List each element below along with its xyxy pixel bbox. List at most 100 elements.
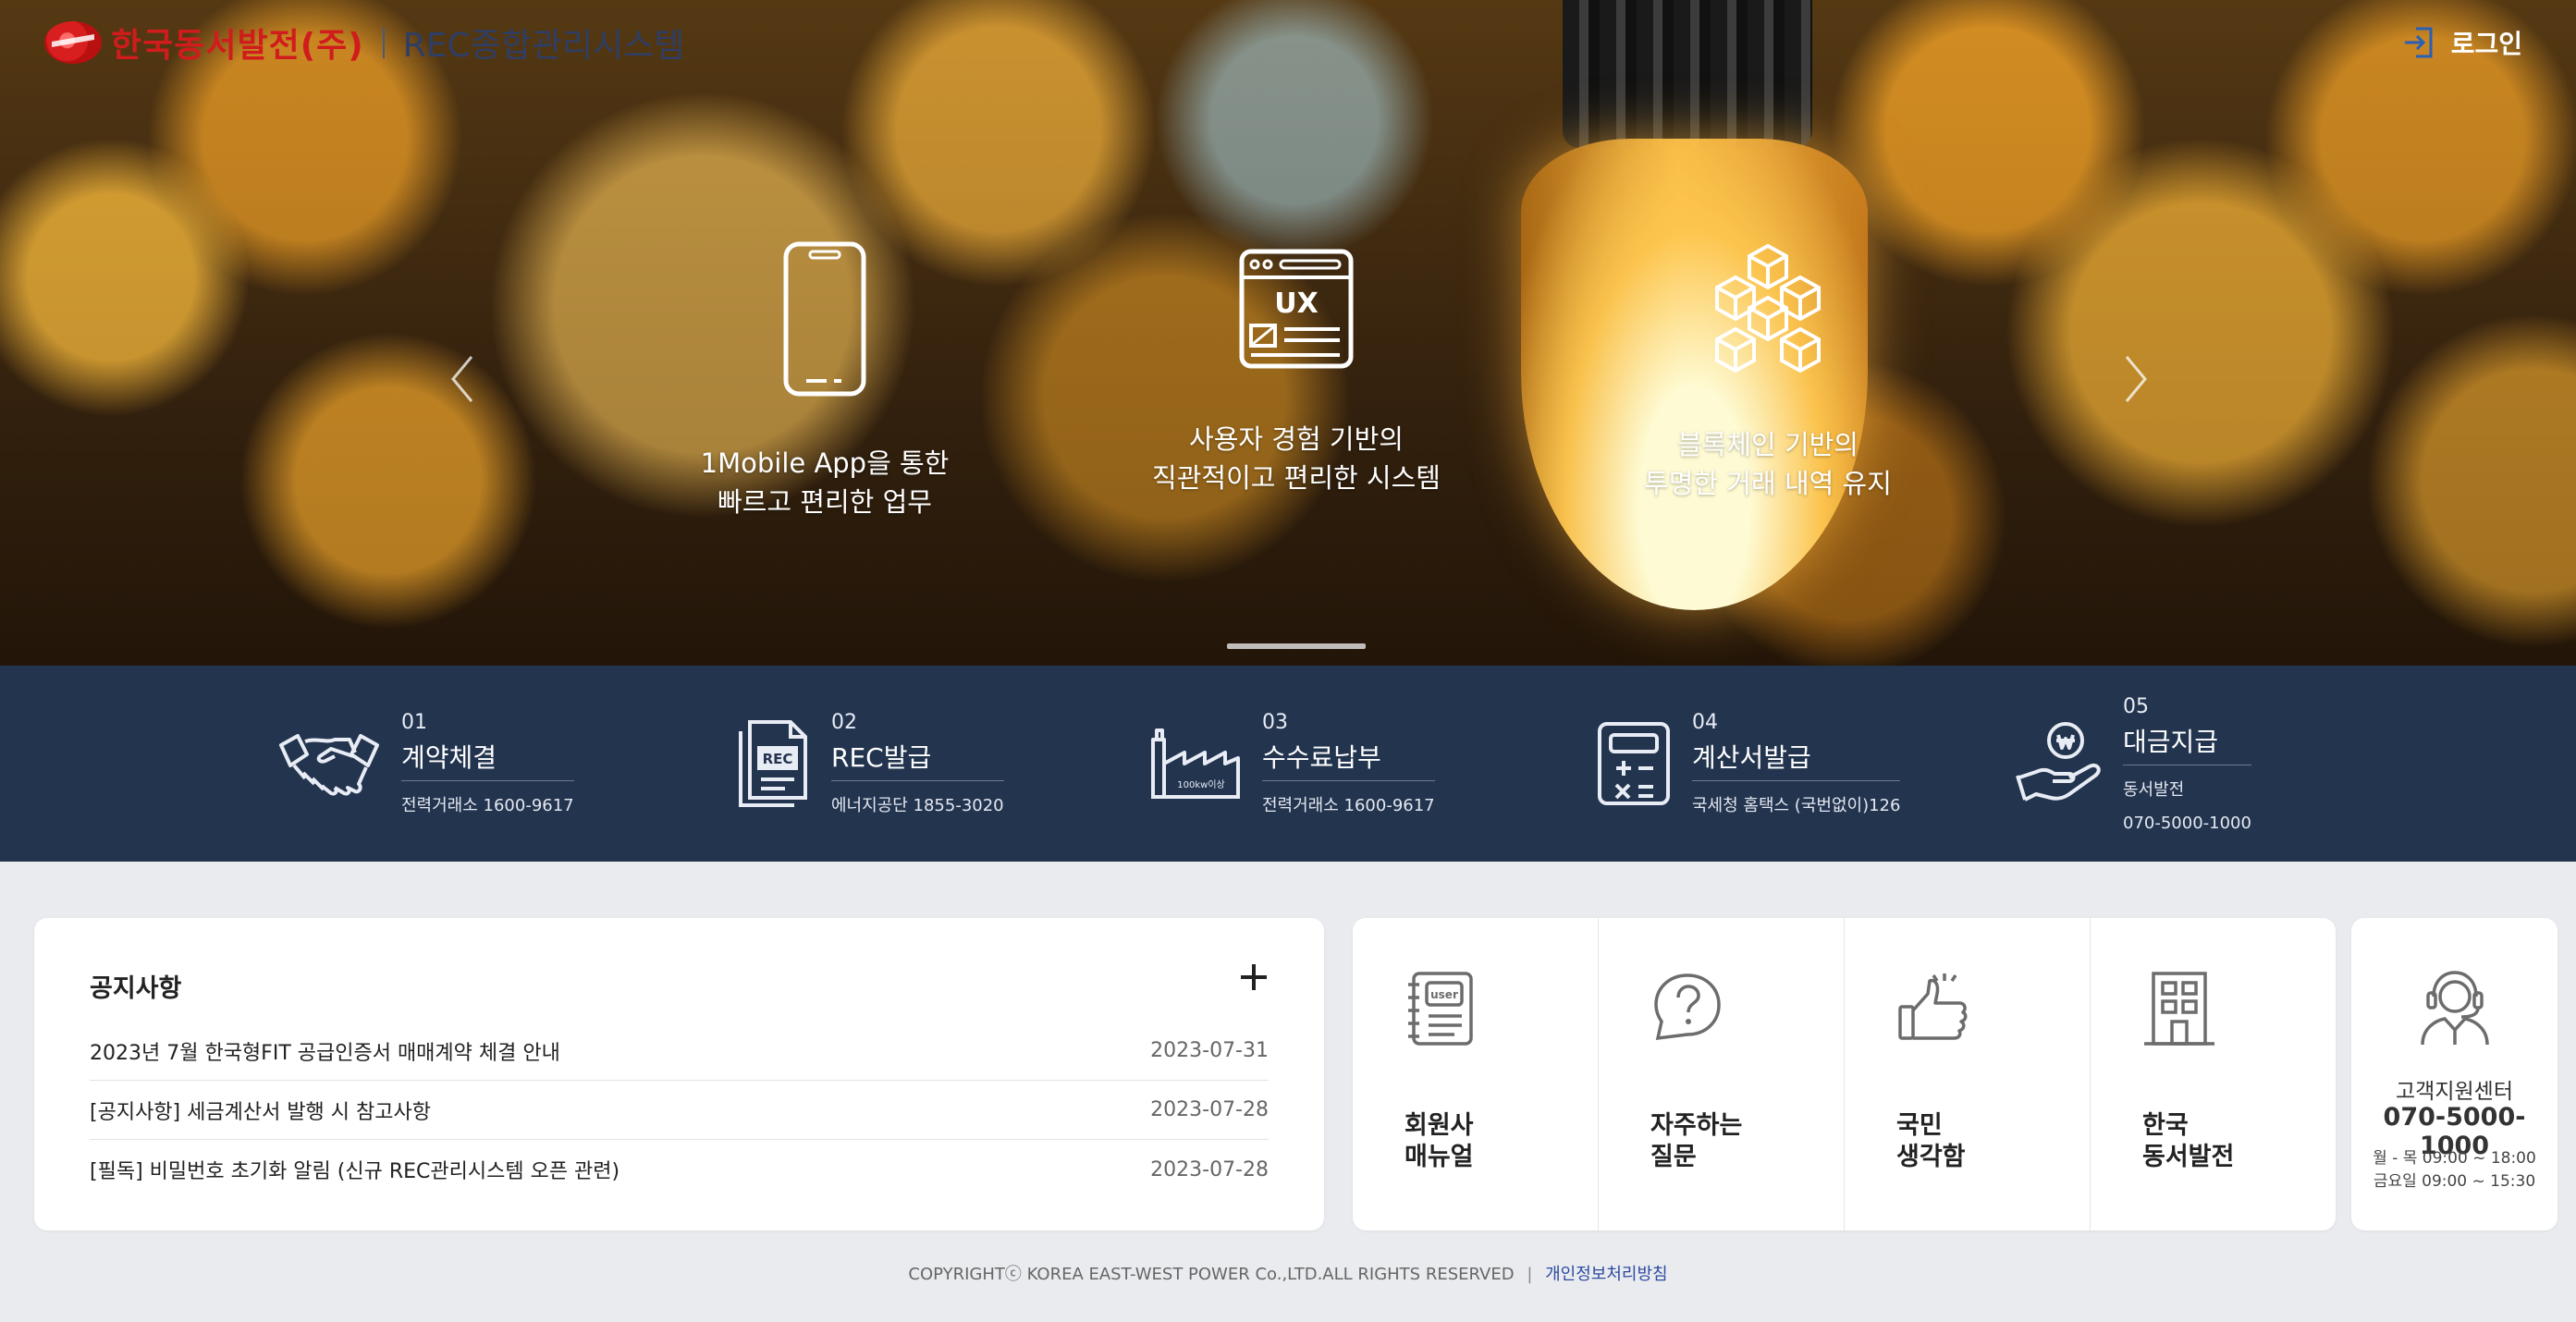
manual-notebook-icon: user (1408, 972, 1473, 1046)
notice-item[interactable]: [공지사항] 세금계산서 발행 시 참고사항 2023-07-28 (90, 1081, 1269, 1140)
step-text: 04 계산서발급 국세청 홈택스 (국번없이)126 (1692, 711, 1901, 816)
notice-card: 공지사항 2023년 7월 한국형FIT 공급인증서 매매계약 체결 안내 20… (34, 918, 1324, 1230)
quick-link-label: 회원사 매뉴얼 (1405, 1110, 1474, 1173)
company-logo-icon (44, 21, 102, 64)
quick-link-label: 자주하는 질문 (1650, 1110, 1742, 1173)
step-text: 03 수수료납부 전력거래소 1600-9617 (1262, 711, 1435, 816)
feature-blockchain: 블록체인 기반의 투명한 거래 내역 유지 (1574, 240, 1962, 503)
svg-text:user: user (1430, 988, 1458, 1001)
slider-next-button[interactable] (2117, 351, 2154, 407)
step-number: 04 (1692, 711, 1718, 734)
step-title: 계약체결 (401, 738, 574, 781)
feature-line-2: 직관적이고 편리한 시스템 (1152, 462, 1441, 494)
notice-list: 2023년 7월 한국형FIT 공급인증서 매매계약 체결 안내 2023-07… (90, 1022, 1269, 1199)
step-text: 01 계약체결 전력거래소 1600-9617 (401, 711, 574, 816)
chevron-left-icon (451, 356, 473, 402)
thumbs-up-icon (1898, 973, 1968, 1040)
blockchain-cubes-icon (1715, 243, 1821, 373)
notice-item-title[interactable]: [필독] 비밀번호 초기화 알림 (신규 REC관리시스템 오픈 관련) (90, 1155, 619, 1184)
quick-link-public-opinion[interactable]: 국민 생각함 (1845, 918, 2091, 1230)
step-number: 01 (401, 711, 427, 734)
quick-link-label-line1: 회원사 (1405, 1111, 1474, 1140)
quick-link-label-line2: 동서발전 (2142, 1143, 2235, 1171)
top-bar: 한국동서발전(주) REC종합관리시스템 로그인 (0, 0, 2576, 83)
system-name: REC종합관리시스템 (402, 27, 685, 65)
handshake-icon (279, 734, 379, 796)
logo[interactable]: 한국동서발전(주) REC종합관리시스템 (44, 18, 685, 67)
hero-banner: 한국동서발전(주) REC종합관리시스템 로그인 1Mobile App을 통한 (0, 0, 2576, 666)
svg-text:UX: UX (1274, 288, 1319, 320)
notice-more-plus-icon[interactable] (1235, 959, 1272, 996)
notice-item[interactable]: 2023년 7월 한국형FIT 공급인증서 매매계약 체결 안내 2023-07… (90, 1022, 1269, 1081)
support-hours-friday: 금요일 09:00 ~ 15:30 (2373, 1172, 2536, 1191)
logo-divider (382, 27, 385, 58)
step-contact: 전력거래소 1600-9617 (1262, 796, 1435, 815)
quick-link-faq[interactable]: 자주하는 질문 (1599, 918, 1845, 1230)
company-name: 한국동서발전(주) (111, 27, 364, 65)
svg-text:REC: REC (763, 751, 793, 767)
step-title: REC발급 (831, 738, 1004, 781)
chevron-right-icon (2125, 356, 2147, 402)
ux-window-icon: UX (1239, 249, 1354, 369)
login-icon (2404, 27, 2433, 58)
quick-link-label-line2: 질문 (1650, 1143, 1697, 1171)
feature-line-1: 사용자 경험 기반의 (1189, 423, 1404, 455)
svg-text:100kw이상: 100kw이상 (1177, 779, 1224, 790)
notice-item-date: 2023-07-28 (1150, 1098, 1269, 1121)
step-fee-payment: 100kw이상 03 수수료납부 전력거래소 1600-9617 (1149, 666, 1435, 862)
footer-separator: | (1527, 1265, 1533, 1284)
step-title: 대금지급 (2123, 722, 2251, 765)
step-text: 05 대금지급 동서발전 070-5000-1000 (2123, 695, 2251, 833)
building-icon (2144, 972, 2214, 1046)
support-title: 고객지원센터 (2396, 1080, 2513, 1104)
step-contact-name: 동서발전 (2123, 779, 2185, 800)
quick-link-label-line1: 한국 (2142, 1111, 2189, 1140)
feature-line-2: 투명한 거래 내역 유지 (1644, 468, 1892, 499)
quick-link-label: 국민 생각함 (1896, 1110, 1966, 1173)
factory-icon: 100kw이상 (1151, 728, 1240, 799)
notice-item-date: 2023-07-31 (1150, 1039, 1269, 1062)
headset-agent-icon (2421, 971, 2489, 1046)
footer: COPYRIGHTⓒ KOREA EAST-WEST POWER Co.,LTD… (0, 1261, 2576, 1285)
support-hours: 월 - 목 09:00 ~ 18:00 금요일 09:00 ~ 15:30 (2351, 1147, 2558, 1193)
notice-item[interactable]: [필독] 비밀번호 초기화 알림 (신규 REC관리시스템 오픈 관련) 202… (90, 1140, 1269, 1199)
notice-title: 공지사항 (90, 974, 182, 1003)
slider-prev-button[interactable] (444, 351, 481, 407)
question-bubble-icon (1654, 973, 1721, 1041)
notice-item-title[interactable]: 2023년 7월 한국형FIT 공급인증서 매매계약 체결 안내 (90, 1036, 560, 1066)
step-number: 02 (831, 711, 857, 734)
step-number: 05 (2123, 694, 2149, 718)
copyright-text: COPYRIGHTⓒ KOREA EAST-WEST POWER Co.,LTD… (908, 1265, 1515, 1284)
step-rec-issue: REC 02 REC발급 에너지공단 1855-3020 (735, 666, 1004, 862)
privacy-policy-link[interactable]: 개인정보처리방침 (1545, 1265, 1667, 1284)
feature-ux: UX 사용자 경험 기반의 직관적이고 편리한 시스템 (1102, 240, 1490, 497)
feature-line-1: 블록체인 기반의 (1677, 429, 1858, 460)
step-text: 02 REC발급 에너지공단 1855-3020 (831, 711, 1004, 816)
quick-link-label-line2: 매뉴얼 (1405, 1143, 1474, 1171)
step-invoice: 04 계산서발급 국세청 홈택스 (국번없이)126 (1596, 666, 1901, 862)
step-contact-phone: 070-5000-1000 (2123, 813, 2251, 833)
rec-document-icon: REC (739, 720, 807, 807)
feature-line-1: 1Mobile App을 통한 (700, 447, 950, 479)
feature-line-2: 빠르고 편리한 업무 (718, 486, 932, 518)
slider-pagination-indicator[interactable] (1227, 643, 1366, 649)
step-payment: 05 대금지급 동서발전 070-5000-1000 (2016, 666, 2251, 862)
quick-link-member-manual[interactable]: user 회원사 매뉴얼 (1353, 918, 1599, 1230)
login-button[interactable]: 로그인 (2403, 24, 2522, 61)
login-label: 로그인 (2450, 29, 2522, 59)
quick-link-company[interactable]: 한국 동서발전 (2091, 918, 2336, 1230)
quick-link-label-line1: 국민 (1896, 1111, 1943, 1140)
notice-item-title[interactable]: [공지사항] 세금계산서 발행 시 참고사항 (90, 1096, 431, 1125)
customer-support-card: 고객지원센터 070-5000-1000 월 - 목 09:00 ~ 18:00… (2351, 918, 2558, 1230)
step-contact: 국세청 홈택스 (국번없이)126 (1692, 796, 1901, 815)
step-contract: 01 계약체결 전력거래소 1600-9617 (277, 666, 574, 862)
quick-links-card: user 회원사 매뉴얼 자주하는 질문 국민 생각함 한국 동서발전 (1353, 918, 2336, 1230)
mobile-phone-icon (783, 241, 866, 397)
step-title: 수수료납부 (1262, 738, 1435, 781)
feature-mobile: 1Mobile App을 통한 빠르고 편리한 업무 (631, 240, 1019, 521)
quick-link-label: 한국 동서발전 (2142, 1110, 2234, 1173)
quick-link-label-line1: 자주하는 (1650, 1111, 1743, 1140)
step-contact: 전력거래소 1600-9617 (401, 796, 574, 815)
step-title: 계산서발급 (1692, 738, 1901, 781)
calculator-icon (1598, 722, 1670, 805)
